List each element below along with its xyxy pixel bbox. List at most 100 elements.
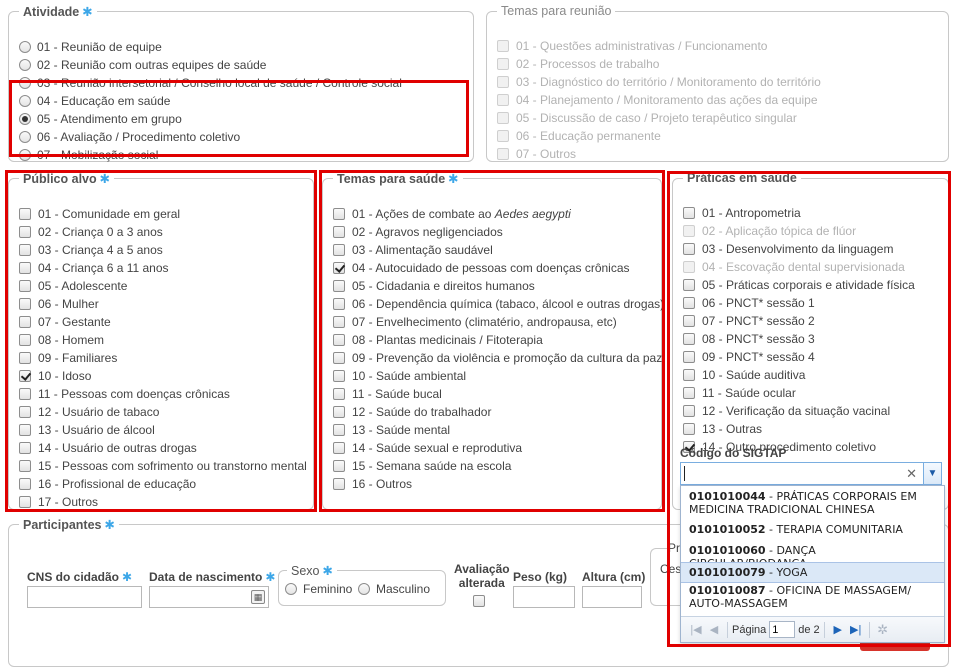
radio-icon[interactable] [358,583,370,595]
temas-saude-option[interactable]: 06 - Dependência química (tabaco, álcool… [333,295,664,313]
checkbox-icon[interactable] [333,406,345,418]
temas-saude-option[interactable]: 01 - Ações de combate ao Aedes aegypti [333,205,571,223]
temas-saude-option[interactable]: 09 - Prevenção da violência e promoção d… [333,349,662,367]
checkbox-icon[interactable] [19,460,31,472]
praticas-option[interactable]: 11 - Saúde ocular [683,384,796,402]
praticas-option[interactable]: 10 - Saúde auditiva [683,366,805,384]
sigtap-option[interactable]: 0101010052 - TERAPIA COMUNITARIA [681,520,944,540]
checkbox-icon[interactable] [19,496,31,508]
checkbox-icon[interactable] [333,244,345,256]
checkbox-icon[interactable] [19,316,31,328]
sexo-masculino[interactable]: Masculino [358,580,430,598]
radio-icon[interactable] [19,95,31,107]
checkbox-icon[interactable] [333,478,345,490]
praticas-option[interactable]: 12 - Verificação da situação vacinal [683,402,890,420]
checkbox-icon[interactable] [19,424,31,436]
checkbox-icon[interactable] [683,315,695,327]
temas-saude-option[interactable]: 13 - Saúde mental [333,421,450,439]
checkbox-icon[interactable] [19,388,31,400]
checkbox-icon[interactable] [333,352,345,364]
checkbox-icon[interactable] [19,298,31,310]
publico-alvo-option[interactable]: 17 - Outros [19,493,98,511]
checkbox-icon[interactable] [333,262,345,274]
atividade-option[interactable]: 02 - Reunião com outras equipes de saúde [19,56,266,74]
publico-alvo-option[interactable]: 02 - Criança 0 a 3 anos [19,223,163,241]
atividade-option[interactable]: 01 - Reunião de equipe [19,38,162,56]
publico-alvo-option[interactable]: 09 - Familiares [19,349,117,367]
checkbox-icon[interactable] [333,334,345,346]
praticas-option[interactable]: 08 - PNCT* sessão 3 [683,330,815,348]
checkbox-icon[interactable] [19,406,31,418]
sigtap-combobox[interactable]: ✕ ▼ [680,462,942,485]
chevron-down-icon[interactable]: ▼ [923,463,941,484]
avaliacao-checkbox[interactable] [473,595,485,607]
sexo-feminino[interactable]: Feminino [285,580,352,598]
temas-saude-option[interactable]: 02 - Agravos negligenciados [333,223,503,241]
checkbox-icon[interactable] [333,316,345,328]
radio-icon[interactable] [19,131,31,143]
atividade-option[interactable]: 03 - Reunião intersetorial / Conselho lo… [19,74,402,92]
checkbox-icon[interactable] [333,298,345,310]
checkbox-icon[interactable] [19,370,31,382]
sigtap-option[interactable]: 0101010060 - DANÇA CIRCULAR/BIODANÇA [681,541,944,569]
temas-saude-option[interactable]: 12 - Saúde do trabalhador [333,403,491,421]
next-page-icon[interactable]: ▶ [829,623,847,636]
checkbox-icon[interactable] [333,442,345,454]
checkbox-icon[interactable] [333,226,345,238]
checkbox-icon[interactable] [683,423,695,435]
radio-icon[interactable] [285,583,297,595]
publico-alvo-option[interactable]: 11 - Pessoas com doenças crônicas [19,385,230,403]
publico-alvo-option[interactable]: 07 - Gestante [19,313,111,331]
refresh-icon[interactable]: ✲ [874,622,892,638]
praticas-option[interactable]: 06 - PNCT* sessão 1 [683,294,815,312]
atividade-option[interactable]: 07 - Mobilização social [19,146,158,164]
peso-input[interactable] [513,586,575,608]
checkbox-icon[interactable] [333,424,345,436]
checkbox-icon[interactable] [19,352,31,364]
last-page-icon[interactable]: ▶| [847,623,865,636]
checkbox-icon[interactable] [19,442,31,454]
temas-saude-option[interactable]: 04 - Autocuidado de pessoas com doenças … [333,259,630,277]
atividade-option[interactable]: 05 - Atendimento em grupo [19,110,182,128]
radio-icon[interactable] [19,113,31,125]
checkbox-icon[interactable] [683,207,695,219]
checkbox-icon[interactable] [333,208,345,220]
checkbox-icon[interactable] [683,243,695,255]
checkbox-icon[interactable] [333,280,345,292]
radio-icon[interactable] [19,149,31,161]
checkbox-icon[interactable] [19,280,31,292]
sigtap-option[interactable]: 0101010079 - YOGA [681,562,944,583]
checkbox-icon[interactable] [19,262,31,274]
altura-input[interactable] [582,586,642,608]
checkbox-icon[interactable] [683,297,695,309]
praticas-option[interactable]: 07 - PNCT* sessão 2 [683,312,815,330]
atividade-option[interactable]: 04 - Educação em saúde [19,92,170,110]
checkbox-icon[interactable] [19,478,31,490]
cns-input[interactable] [27,586,142,608]
calendar-icon[interactable]: ▦ [251,590,265,604]
temas-saude-option[interactable]: 05 - Cidadania e direitos humanos [333,277,535,295]
publico-alvo-option[interactable]: 03 - Criança 4 a 5 anos [19,241,163,259]
page-input[interactable] [769,621,796,638]
checkbox-icon[interactable] [683,369,695,381]
clear-icon[interactable]: ✕ [906,466,917,482]
nascimento-input[interactable]: ▦ [149,586,269,608]
checkbox-icon[interactable] [683,279,695,291]
praticas-option[interactable]: 13 - Outras [683,420,762,438]
publico-alvo-option[interactable]: 13 - Usuário de álcool [19,421,155,439]
checkbox-icon[interactable] [19,208,31,220]
partial-button[interactable] [860,643,930,651]
checkbox-icon[interactable] [683,387,695,399]
radio-icon[interactable] [19,41,31,53]
publico-alvo-option[interactable]: 14 - Usuário de outras drogas [19,439,197,457]
publico-alvo-option[interactable]: 04 - Criança 6 a 11 anos [19,259,169,277]
temas-saude-option[interactable]: 08 - Plantas medicinais / Fitoterapia [333,331,543,349]
praticas-option[interactable]: 05 - Práticas corporais e atividade físi… [683,276,915,294]
checkbox-icon[interactable] [19,334,31,346]
checkbox-icon[interactable] [683,333,695,345]
publico-alvo-option[interactable]: 10 - Idoso [19,367,91,385]
publico-alvo-option[interactable]: 12 - Usuário de tabaco [19,403,159,421]
temas-saude-option[interactable]: 15 - Semana saúde na escola [333,457,511,475]
praticas-option[interactable]: 03 - Desenvolvimento da linguagem [683,240,893,258]
checkbox-icon[interactable] [683,351,695,363]
